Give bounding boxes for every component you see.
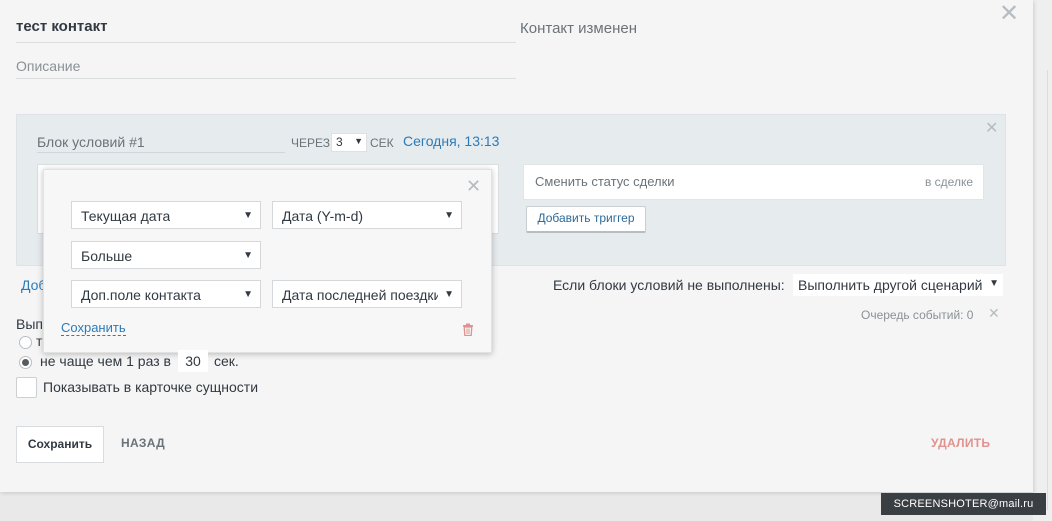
- chevron-down-icon: ▼: [243, 289, 253, 300]
- trash-icon[interactable]: [462, 323, 474, 339]
- through-label: ЧЕРЕЗ: [291, 136, 330, 150]
- seconds-label: СЕК: [370, 136, 394, 150]
- delay-select[interactable]: 3 ▼: [331, 133, 367, 152]
- execute-label: Выполнять: [16, 316, 42, 332]
- watermark: SCREENSHOTER@mail.ru: [881, 493, 1046, 515]
- description-input[interactable]: Описание: [16, 58, 516, 79]
- condition-field-select[interactable]: Текущая дата ▼: [71, 201, 261, 229]
- add-trigger-button[interactable]: Добавить триггер: [526, 206, 646, 233]
- action-target: в сделке: [924, 175, 973, 189]
- chevron-down-icon: ▼: [989, 278, 999, 289]
- chevron-down-icon: ▼: [444, 210, 454, 221]
- right-background-strip: [1033, 0, 1052, 521]
- fallback-select[interactable]: Выполнить другой сценарий ▼: [793, 274, 1003, 296]
- operator-select[interactable]: Больше ▼: [71, 241, 261, 269]
- delete-button[interactable]: УДАЛИТЬ: [931, 436, 990, 450]
- show-in-card-label: Показывать в карточке сущности: [43, 379, 259, 395]
- chevron-down-icon: ▼: [354, 136, 363, 146]
- scenario-title-input[interactable]: тест контакт: [16, 18, 516, 43]
- event-queue: Очередь событий: 0: [861, 308, 974, 322]
- run-time-link[interactable]: Сегодня, 13:13: [403, 133, 499, 149]
- chevron-down-icon: ▼: [444, 289, 454, 300]
- action-label: Сменить статус сделки: [535, 174, 675, 189]
- remove-block-icon[interactable]: ✕: [985, 118, 998, 138]
- radio-always[interactable]: [19, 336, 32, 349]
- radio-throttle[interactable]: [19, 356, 32, 369]
- status-text: Контакт изменен: [520, 20, 637, 37]
- add-block-link[interactable]: Добавить: [21, 277, 43, 293]
- value-field-select[interactable]: Дата последней поездки ▼: [272, 280, 462, 308]
- fallback-label: Если блоки условий не выполнены:: [553, 277, 785, 293]
- popup-save-link[interactable]: Сохранить: [61, 321, 126, 336]
- delay-value: 3: [336, 135, 343, 149]
- action-item[interactable]: Сменить статус сделки в сделке: [523, 164, 984, 200]
- interval-input[interactable]: 30: [178, 350, 208, 372]
- clear-queue-icon[interactable]: ✕: [988, 305, 1000, 322]
- value-source-select[interactable]: Доп.поле контакта ▼: [71, 280, 261, 308]
- close-icon[interactable]: ✕: [999, 2, 1019, 26]
- show-in-card-checkbox[interactable]: [16, 377, 37, 398]
- throttle-label: не чаще чем 1 раз в: [40, 353, 171, 369]
- save-button[interactable]: Сохранить: [16, 426, 104, 463]
- back-button[interactable]: НАЗАД: [121, 436, 165, 450]
- block-name-input[interactable]: Блок условий #1: [37, 134, 285, 153]
- interval-unit: сек.: [214, 353, 239, 369]
- chevron-down-icon: ▼: [243, 250, 253, 261]
- radio-always-label: т: [36, 333, 43, 349]
- chevron-down-icon: ▼: [243, 210, 253, 221]
- date-format-select[interactable]: Дата (Y-m-d) ▼: [272, 201, 462, 229]
- popup-close-icon[interactable]: ✕: [466, 176, 481, 197]
